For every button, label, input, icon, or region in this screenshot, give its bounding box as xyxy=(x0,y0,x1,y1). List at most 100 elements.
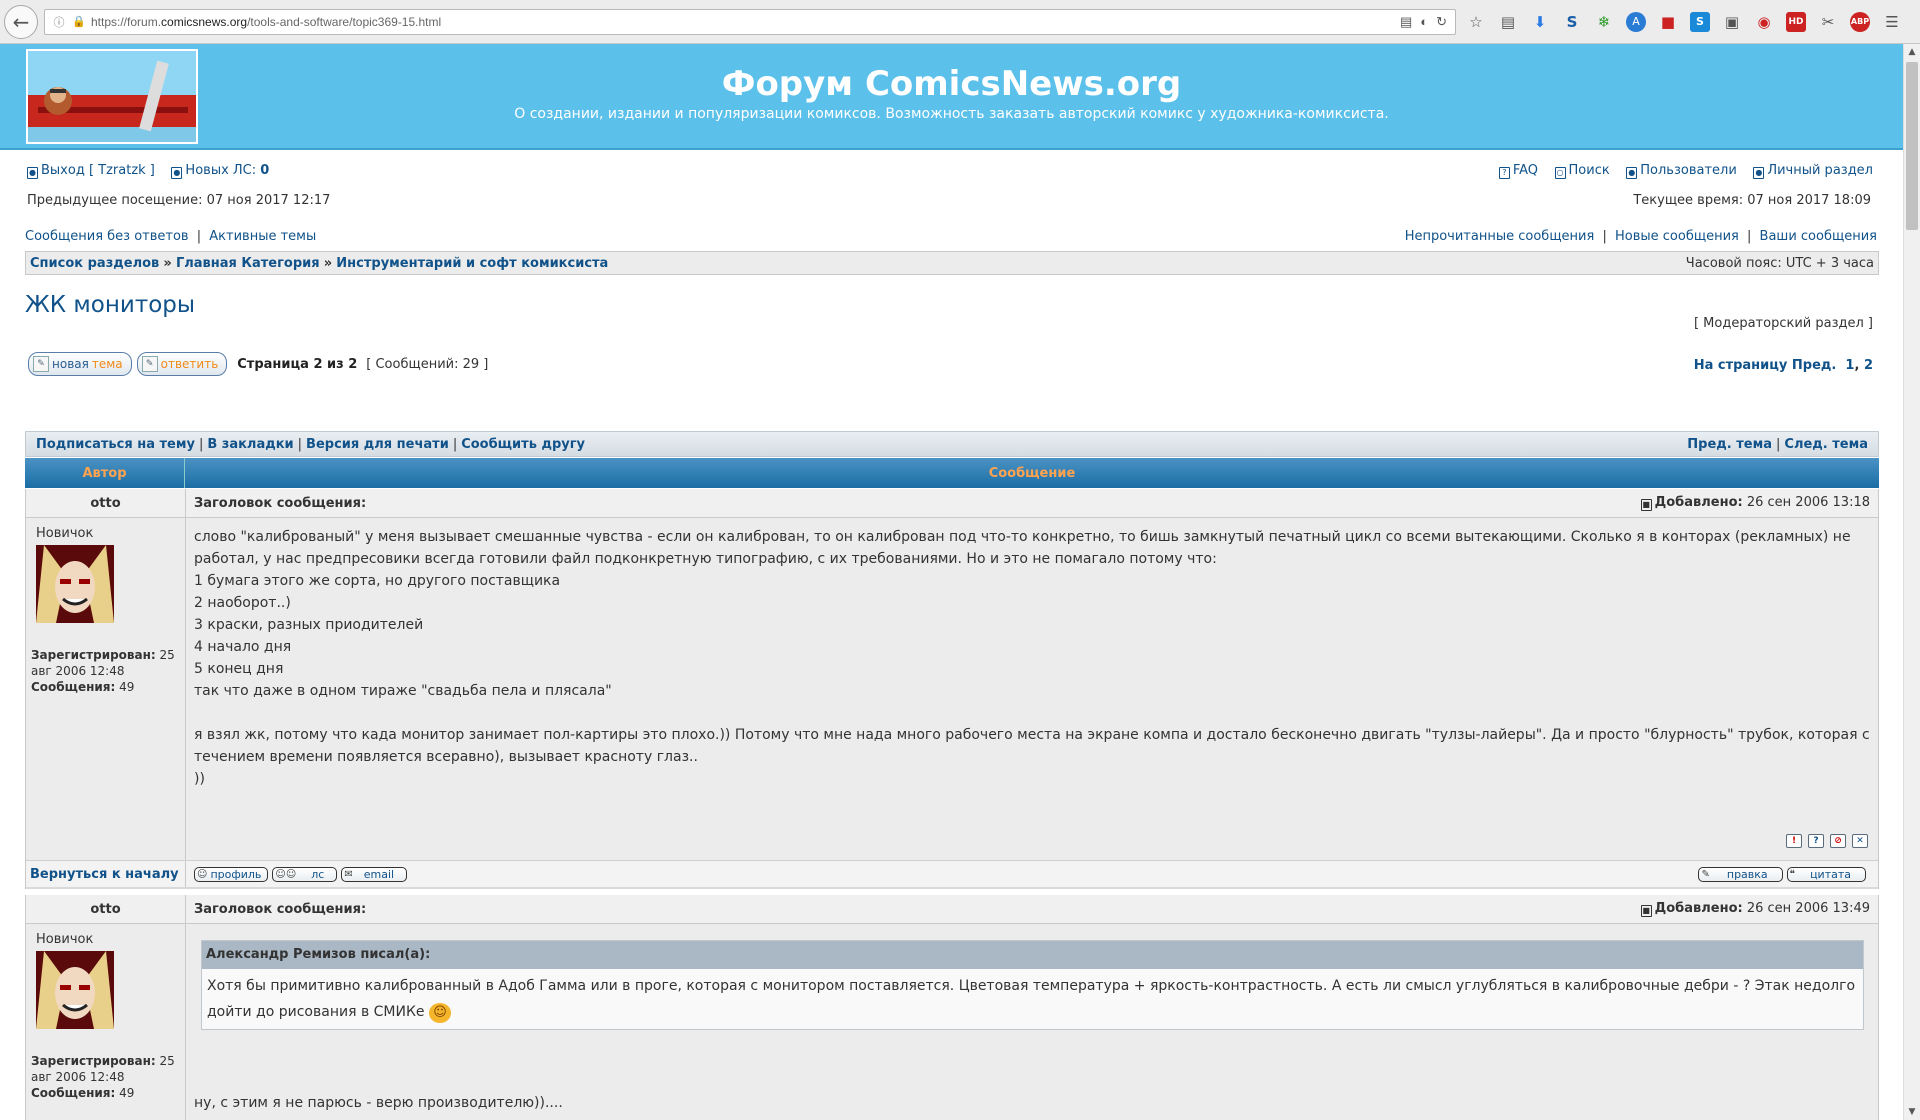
scroll-down-arrow-icon[interactable]: ▼ xyxy=(1904,1104,1920,1120)
post-profile: Новичок Зарегистрирован: 25 авг 2006 12:… xyxy=(26,518,186,860)
extension-a-icon[interactable]: A xyxy=(1626,11,1646,32)
info-icon[interactable]: ⓘ xyxy=(51,14,67,30)
print-link[interactable]: Версия для печати xyxy=(306,437,449,452)
avatar[interactable] xyxy=(36,951,114,1029)
extension-scissors-icon[interactable]: ✂ xyxy=(1818,12,1838,32)
post-line: 2 наоборот..) xyxy=(194,595,291,611)
post-link-icon[interactable]: ■ xyxy=(1640,905,1652,917)
extension-hd-icon[interactable]: HD xyxy=(1786,11,1806,32)
profile-button[interactable]: ☺ профиль xyxy=(194,867,269,882)
unread-posts-link[interactable]: Непрочитанные сообщения xyxy=(1405,229,1595,244)
your-posts-link[interactable]: Ваши сообщения xyxy=(1760,229,1877,244)
moderator-link[interactable]: [ Модераторский раздел ] xyxy=(1694,316,1873,331)
scroll-thumb[interactable] xyxy=(1906,62,1918,230)
post-line: я взял жк, потому что када монитор заним… xyxy=(194,727,1870,765)
pm-users-icon: ☺☺ xyxy=(275,869,297,880)
back-button[interactable]: ← xyxy=(4,4,38,39)
prev-topic-link[interactable]: Пред. тема xyxy=(1687,437,1772,452)
post-link-icon[interactable]: ■ xyxy=(1640,499,1652,511)
tracking-icon[interactable]: ◐ xyxy=(1420,14,1428,30)
bookmark-star-icon[interactable]: ☆ xyxy=(1466,12,1486,32)
delete-icon[interactable]: ✕ xyxy=(1852,834,1868,848)
post-body: Новичок Зарегистрирован: 25 авг 2006 12:… xyxy=(26,518,1878,861)
post-line: 5 конец дня xyxy=(194,661,284,677)
breadcrumb-forum[interactable]: Инструментарий и софт комиксиста xyxy=(336,256,608,271)
active-topics-link[interactable]: Активные темы xyxy=(209,229,316,244)
current-time: Текущее время: 07 ноя 2017 18:09 xyxy=(1633,193,1871,208)
page-sep: , xyxy=(1854,358,1860,373)
adblock-icon[interactable]: ABP xyxy=(1850,11,1870,32)
registered-label: Зарегистрирован: xyxy=(31,1054,156,1068)
site-description: О создании, издании и популяризации коми… xyxy=(514,106,1389,122)
new-topic-button[interactable]: ✎ новая тема xyxy=(28,352,132,376)
pm-label: лс xyxy=(311,868,325,881)
new-topic-label-a: новая xyxy=(52,357,89,371)
posts-value: 49 xyxy=(119,680,135,694)
edit-button[interactable]: ✎ правка xyxy=(1698,867,1783,882)
download-icon[interactable]: ⬇ xyxy=(1530,12,1550,32)
breadcrumb-bar: Список разделов » Главная Категория » Ин… xyxy=(25,251,1879,275)
bookmark-link[interactable]: В закладки xyxy=(207,437,293,452)
ucp-link[interactable]: Личный раздел xyxy=(1767,163,1873,178)
subscribe-link[interactable]: Подписаться на тему xyxy=(36,437,195,452)
breadcrumb-category[interactable]: Главная Категория xyxy=(176,256,320,271)
reply-button[interactable]: ✎ ответить xyxy=(136,352,228,376)
info-icon[interactable]: ? xyxy=(1808,834,1824,848)
search-link[interactable]: Поиск xyxy=(1569,163,1610,178)
quick-links-right: Непрочитанные сообщения | Новые сообщени… xyxy=(1405,229,1877,244)
message-header: Сообщение xyxy=(988,465,1076,481)
extension-s-icon[interactable]: S xyxy=(1562,12,1582,32)
next-topic-link[interactable]: След. тема xyxy=(1784,437,1868,452)
ucp-icon: ● xyxy=(1753,167,1765,179)
pm-button[interactable]: ☺☺ лс xyxy=(272,867,338,882)
edit-label: правка xyxy=(1726,868,1768,881)
browser-toolbar: ← ⓘ 🔒 https://forum.comicsnews.org/tools… xyxy=(0,0,1920,44)
posts-table: Автор Сообщение otto Заголовок сообщения… xyxy=(25,458,1879,1120)
quote-button[interactable]: ❝ цитата xyxy=(1786,867,1866,882)
warn-icon[interactable]: ⊘ xyxy=(1830,834,1846,848)
extension-box-icon[interactable]: ▣ xyxy=(1722,12,1742,32)
new-posts-link[interactable]: Новые сообщения xyxy=(1615,229,1739,244)
bookmarks-list-icon[interactable]: ▤ xyxy=(1498,12,1518,32)
post-line: 4 начало дня xyxy=(194,639,292,655)
back-to-top-link[interactable]: Вернуться к началу xyxy=(30,867,179,882)
logout-link[interactable]: Выход [ Tzratzk ] xyxy=(41,163,155,178)
search-icon: ○ xyxy=(1554,167,1566,179)
extension-red-icon[interactable]: ■ xyxy=(1658,12,1678,32)
quick-links-left: Сообщения без ответов | Активные темы xyxy=(25,229,316,244)
posts-value: 49 xyxy=(119,1086,135,1100)
unanswered-link[interactable]: Сообщения без ответов xyxy=(25,229,189,244)
post-line xyxy=(194,702,1870,724)
extension-green-icon[interactable]: ❄ xyxy=(1594,12,1614,32)
new-pm-link[interactable]: Новых ЛС: 0 xyxy=(185,163,269,178)
menu-icon[interactable]: ☰ xyxy=(1882,12,1902,32)
smiley-icon: ☺ xyxy=(428,1003,451,1023)
topic-title[interactable]: ЖК мониторы xyxy=(25,292,195,318)
avatar[interactable] xyxy=(36,545,114,623)
reload-icon[interactable]: ↻ xyxy=(1436,14,1447,30)
reader-view-icon[interactable]: ▤ xyxy=(1400,14,1412,30)
members-link[interactable]: Пользователи xyxy=(1640,163,1737,178)
email-friend-link[interactable]: Сообщить другу xyxy=(461,437,585,452)
address-bar[interactable]: ⓘ 🔒 https://forum.comicsnews.org/tools-a… xyxy=(44,8,1456,35)
email-label: email xyxy=(363,868,395,881)
faq-link[interactable]: FAQ xyxy=(1513,163,1538,178)
post-author[interactable]: otto xyxy=(26,489,186,517)
faq-icon: ? xyxy=(1498,167,1510,179)
page-scrollbar[interactable]: ▲ ▼ xyxy=(1903,44,1920,1120)
separator: | xyxy=(297,436,303,452)
user-rank: Новичок xyxy=(36,932,94,947)
post-author[interactable]: otto xyxy=(26,895,186,923)
extension-mask-icon[interactable]: ◉ xyxy=(1754,12,1774,32)
profile-label: профиль xyxy=(210,868,262,881)
extension-skype-icon[interactable]: S xyxy=(1690,11,1710,32)
user-posts: Сообщения: 49 xyxy=(31,1085,180,1101)
email-button[interactable]: ✉ email xyxy=(341,867,408,882)
pagination-label[interactable]: На страницу Пред. xyxy=(1694,358,1837,373)
scroll-up-arrow-icon[interactable]: ▲ xyxy=(1904,44,1920,60)
posts-label: Сообщения: xyxy=(31,1086,116,1100)
report-icon[interactable]: ! xyxy=(1786,834,1802,848)
breadcrumb-index[interactable]: Список разделов xyxy=(30,256,159,271)
page-2-link[interactable]: 2 xyxy=(1864,358,1873,373)
posts-label: Сообщения: xyxy=(31,680,116,694)
